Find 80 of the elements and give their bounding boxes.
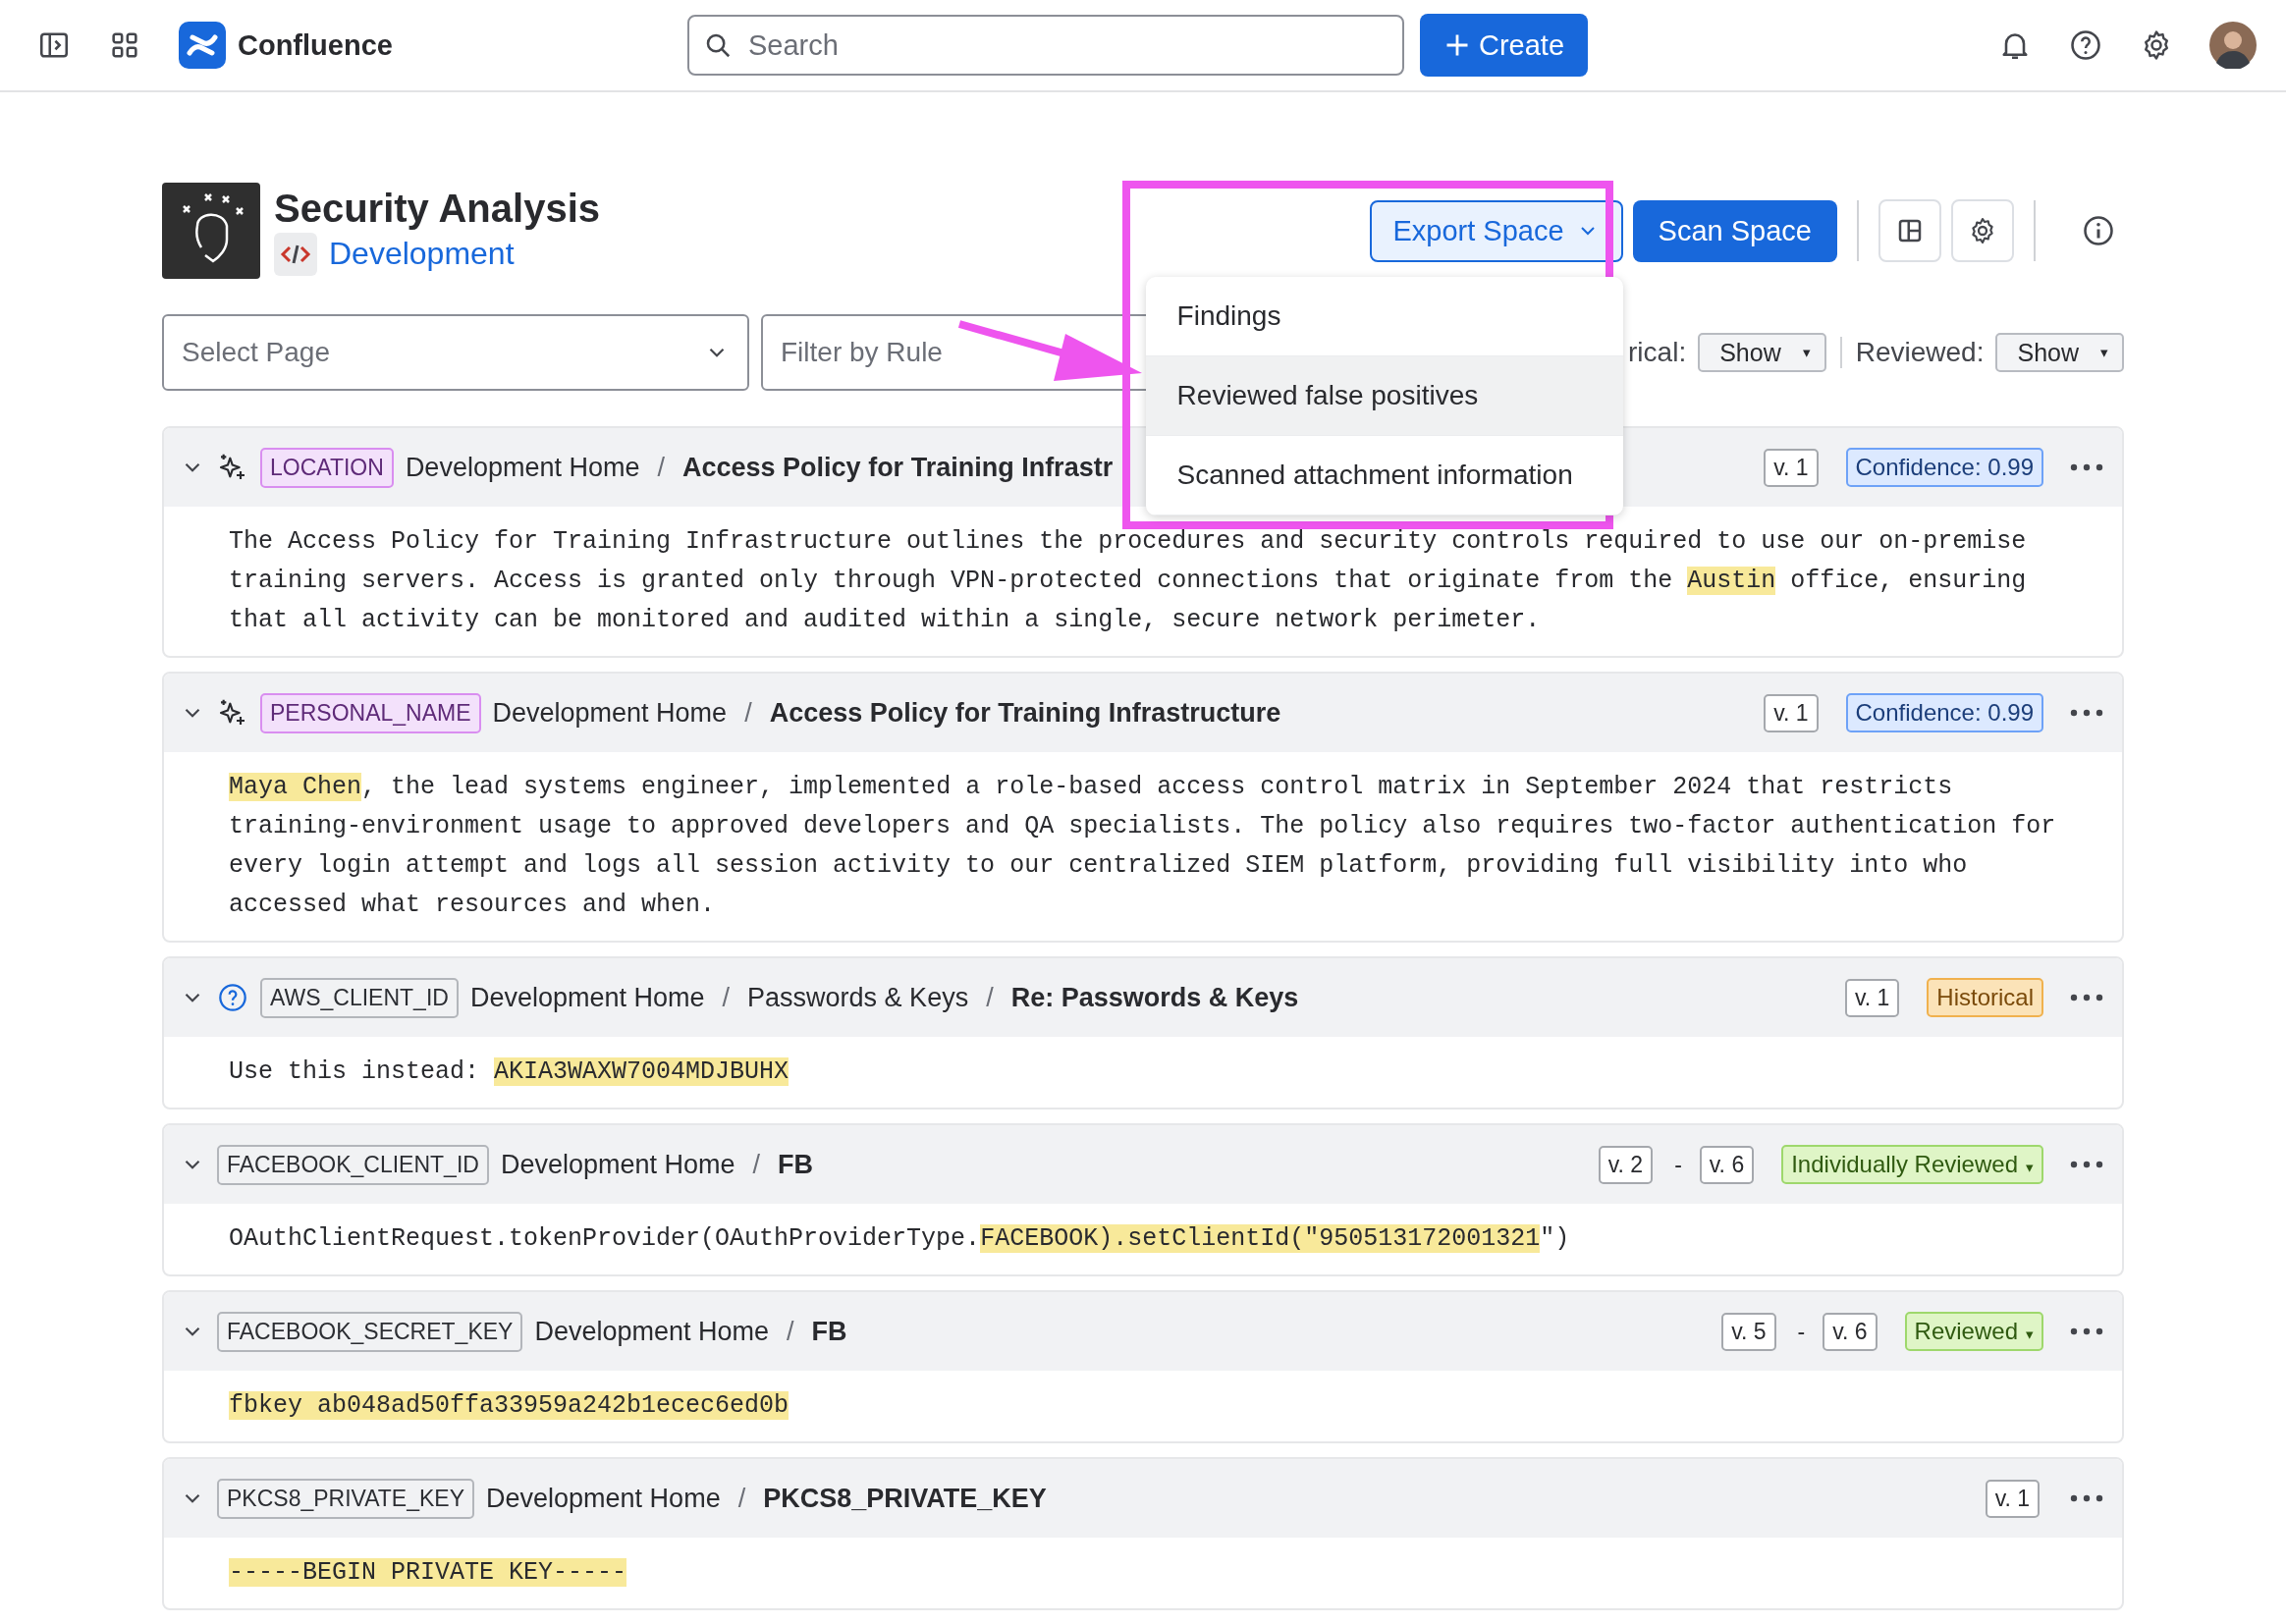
menu-item[interactable]: Reviewed false positives [1145, 355, 1623, 436]
finding-header[interactable]: PKCS8_PRIVATE_KEY Development Home / PKCS8_PRIVATE_KEY v. 1 [164, 1459, 2122, 1538]
rule-tag: FACEBOOK_CLIENT_ID [217, 1144, 489, 1185]
path-separator: / [787, 1316, 794, 1347]
space-settings-button[interactable] [1951, 199, 2014, 262]
path-link[interactable]: Development Home [492, 697, 728, 729]
version-tag: v. 1 [1764, 693, 1819, 732]
path-link[interactable]: Access Policy for Training Infrastructure [769, 697, 1281, 729]
status-badge[interactable]: Confidence: 0.99 [1845, 448, 2043, 487]
status-badge[interactable]: Confidence: 0.99 [1845, 693, 2043, 732]
finding-snippet: -----BEGIN PRIVATE KEY----- [229, 1557, 628, 1589]
version-tag: v. 6 [1823, 1312, 1878, 1351]
finding-header[interactable]: PERSONAL_NAME Development Home / Access Policy for Training Infrastructure v. 1 Confidence: 0.99 [164, 674, 2122, 752]
reviewed-select[interactable]: Show ▾ [1995, 333, 2124, 372]
path-separator: / [986, 982, 994, 1013]
status-badge[interactable]: Historical [1927, 978, 2043, 1017]
path-separator: / [657, 452, 665, 483]
space-avatar-icon [162, 183, 260, 279]
more-options-icon[interactable] [2069, 1326, 2104, 1336]
rule-tag: FACEBOOK_SECRET_KEY [217, 1311, 523, 1352]
path-link[interactable]: Access Policy for Training Infrastr [682, 452, 1114, 483]
version-tag: v. 1 [1844, 978, 1900, 1017]
version-separator: - [1674, 1151, 1682, 1178]
page-select[interactable]: Select Page [162, 314, 749, 391]
path-separator: / [737, 1483, 746, 1514]
more-options-icon[interactable] [2069, 462, 2104, 472]
info-icon[interactable] [2081, 213, 2116, 248]
path-separator: / [752, 1149, 761, 1180]
question-icon [217, 982, 248, 1013]
finding-header[interactable]: FACEBOOK_CLIENT_ID Development Home / FB v. 2 - v. 6 Individually Reviewed ▾ [164, 1125, 2122, 1204]
path-link[interactable]: FB [811, 1316, 847, 1347]
path-link[interactable]: Development Home [469, 982, 705, 1013]
help-icon[interactable] [2068, 27, 2103, 63]
more-options-icon[interactable] [2069, 708, 2104, 718]
path-link[interactable]: FB [778, 1149, 814, 1180]
status-badge[interactable]: Reviewed ▾ [1904, 1312, 2043, 1351]
path-link[interactable]: PKCS8_PRIVATE_KEY [763, 1483, 1047, 1514]
finding-header[interactable]: AWS_CLIENT_ID Development Home / Passwords & Keys / Re: Passwords & Keys v. 1 Historical [164, 958, 2122, 1037]
version-separator: - [1797, 1318, 1806, 1345]
rule-tag: LOCATION [260, 447, 394, 488]
path-link[interactable]: Development Home [534, 1316, 770, 1347]
finding-snippet: OAuthClientRequest.tokenProvider(OAuthProviderType.FACEBOOK).setClientId("950513172001321") [229, 1223, 1571, 1255]
path-link[interactable]: Development Home [405, 452, 640, 483]
finding-snippet: Maya Chen, the lead systems engineer, implemented a role-based access control matrix in September 2024 that restricts training-environment usage to approved developers and QA specialists. The policy also requires two-factor authentication for every login attempt and logs all session activity to our centralized SIEM platform, providing full visibility into who accessed what resources and when. [229, 772, 2057, 921]
finding-snippet: Use this instead: AKIA3WAXW7004MDJBUHX [229, 1056, 790, 1088]
path-link[interactable]: Re: Passwords & Keys [1010, 982, 1299, 1013]
version-tag: v. 1 [1764, 448, 1819, 487]
more-options-icon[interactable] [2069, 1160, 2104, 1169]
finding-header[interactable]: FACEBOOK_SECRET_KEY Development Home / FB v. 5 - v. 6 Reviewed ▾ [164, 1292, 2122, 1371]
version-tag: v. 6 [1699, 1145, 1755, 1184]
layout-button[interactable] [1878, 199, 1941, 262]
reviewed-label: Reviewed: [1855, 337, 1985, 368]
historical-label: rical: [1628, 337, 1687, 368]
avatar-icon[interactable] [2209, 22, 2257, 69]
version-tag: v. 5 [1721, 1312, 1776, 1351]
create-button[interactable]: Create [1420, 14, 1589, 77]
finding-snippet: fbkey ab048ad50ffa33959a242b1ecec6ed0b [229, 1390, 790, 1422]
more-options-icon[interactable] [2069, 993, 2104, 1002]
rule-tag: PKCS8_PRIVATE_KEY [217, 1478, 475, 1519]
export-space-button[interactable]: Export Space [1369, 199, 1623, 262]
path-link[interactable]: Development Home [486, 1483, 721, 1514]
search-field[interactable]: Search [687, 15, 1404, 76]
more-options-icon[interactable] [2069, 1493, 2104, 1503]
space-category-link[interactable]: Development [329, 236, 515, 272]
path-link[interactable]: Passwords & Keys [747, 982, 969, 1013]
space-title: Security Analysis [274, 186, 600, 231]
status-badge[interactable]: Individually Reviewed ▾ [1781, 1145, 2043, 1184]
rule-tag: AWS_CLIENT_ID [260, 977, 459, 1018]
product-name[interactable]: Confluence [238, 28, 393, 62]
logo-icon[interactable] [179, 22, 226, 69]
path-separator: / [722, 982, 731, 1013]
code-icon [274, 232, 317, 276]
path-link[interactable]: Development Home [500, 1149, 735, 1180]
finding-snippet: The Access Policy for Training Infrastructure outlines the procedures and security controls required to use our on-premise training servers. Access is granted only through VPN-protected connections that originate from the Austin office, ensuring that all activity can be monitored and audited within a single, secure network perimeter. [229, 526, 2028, 636]
scan-space-button[interactable]: Scan Space [1632, 199, 1837, 262]
version-tag: v. 2 [1598, 1145, 1654, 1184]
historical-select[interactable]: Show ▾ [1698, 333, 1826, 372]
version-tag: v. 1 [1985, 1479, 2040, 1518]
path-separator: / [744, 697, 752, 729]
rule-tag: PERSONAL_NAME [260, 692, 481, 733]
